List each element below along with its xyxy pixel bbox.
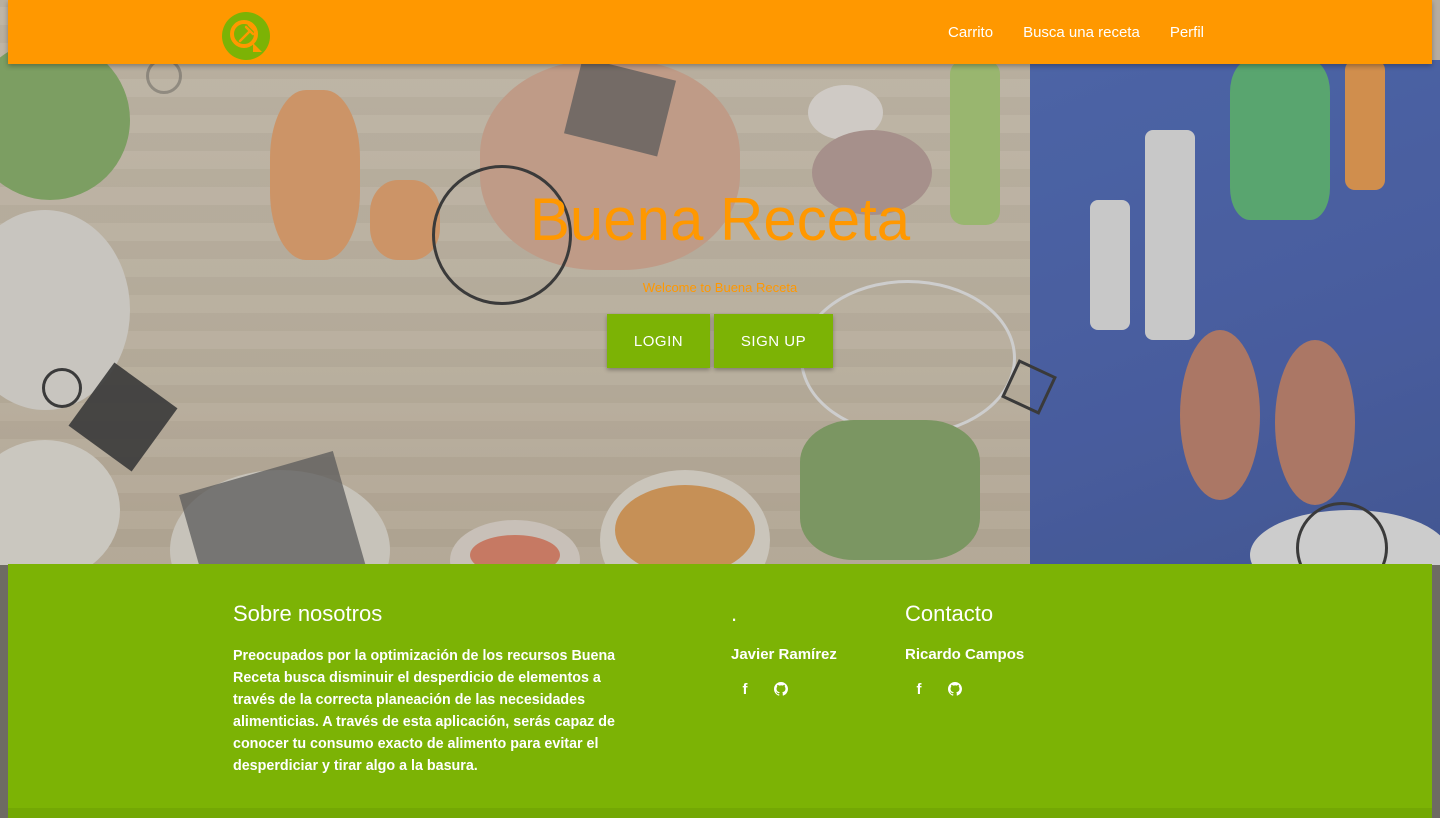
nav-item-carrito[interactable]: Carrito <box>948 24 993 41</box>
contact-social-links: f <box>905 681 1105 698</box>
navbar: Carrito Busca una receta Perfil <box>8 0 1432 64</box>
hero-subtitle: Welcome to Buena Receta <box>642 280 798 295</box>
team-heading: . <box>731 601 738 626</box>
facebook-icon[interactable]: f <box>737 681 753 698</box>
contact-heading: Contacto <box>905 601 994 626</box>
decor-circle-small <box>42 368 82 408</box>
github-icon[interactable] <box>773 681 789 697</box>
footer-bottom-strip <box>8 808 1432 818</box>
fork-chat-bubble-icon[interactable] <box>222 12 270 60</box>
hero-title: Buena Receta <box>529 186 911 253</box>
team-section: . Javier Ramírez f <box>731 600 881 698</box>
about-heading: Sobre nosotros <box>233 601 383 626</box>
github-icon[interactable] <box>947 681 963 697</box>
facebook-icon[interactable]: f <box>911 681 927 698</box>
footer: Sobre nosotros Preocupados por la optimi… <box>8 564 1432 818</box>
nav-item-perfil[interactable]: Perfil <box>1170 24 1204 41</box>
contact-name: Ricardo Campos <box>905 646 1025 663</box>
nav-item-busca-receta[interactable]: Busca una receta <box>1023 24 1140 41</box>
login-button[interactable]: LOGIN <box>607 314 710 368</box>
signup-button[interactable]: SIGN UP <box>714 314 833 368</box>
hero-buttons: LOGIN SIGN UP <box>607 314 833 368</box>
team-member-name: Javier Ramírez <box>731 646 837 663</box>
about-section: Sobre nosotros Preocupados por la optimi… <box>233 600 633 777</box>
contact-section: Contacto Ricardo Campos f <box>905 600 1105 698</box>
about-text: Preocupados por la optimización de los r… <box>233 648 616 774</box>
nav-links: Carrito Busca una receta Perfil <box>948 0 1204 64</box>
team-social-links: f <box>731 681 881 698</box>
